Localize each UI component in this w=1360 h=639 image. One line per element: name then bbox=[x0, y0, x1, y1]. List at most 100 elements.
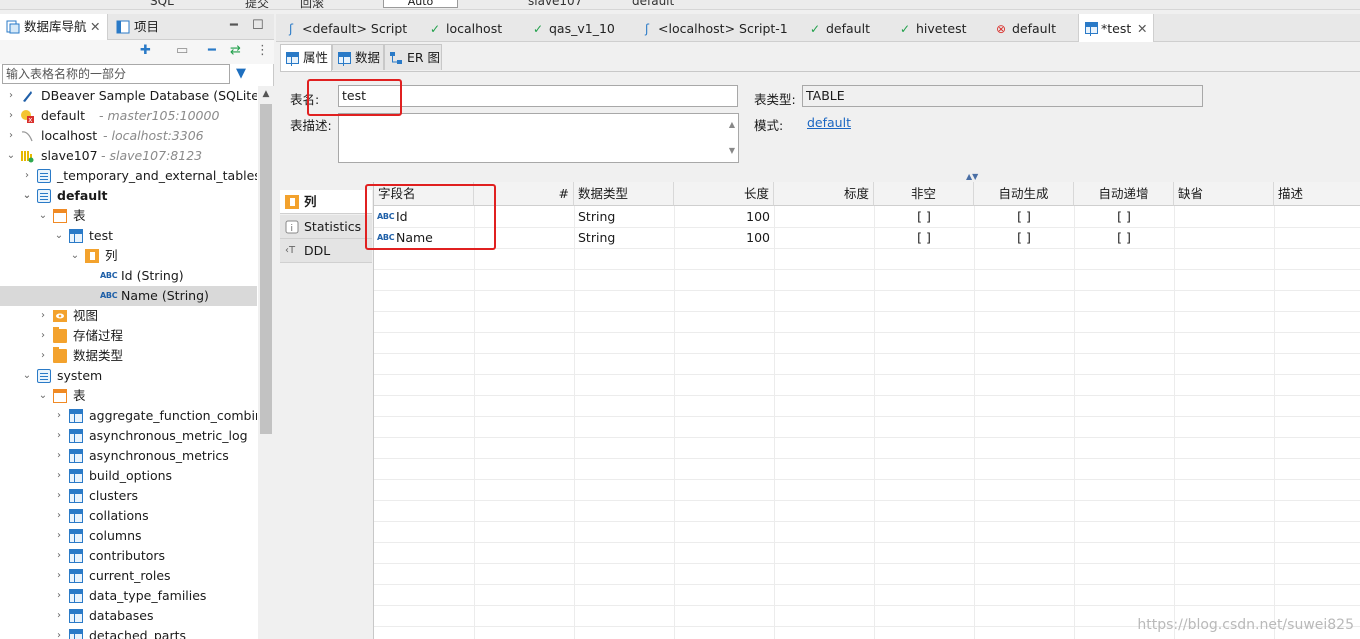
tab-localhost[interactable]: ✓ localhost bbox=[424, 14, 522, 42]
expand-arrow-icon[interactable]: › bbox=[6, 126, 16, 146]
tree-item-table[interactable]: › asynchronous_metric_log bbox=[0, 426, 257, 446]
not-null-checkbox[interactable]: [ ] bbox=[874, 206, 974, 227]
expand-arrow-icon[interactable]: › bbox=[38, 326, 48, 346]
cell-default[interactable] bbox=[1174, 206, 1274, 227]
tab-hivetest[interactable]: ✓ hivetest bbox=[894, 14, 990, 42]
tree-item-table[interactable]: › columns bbox=[0, 526, 257, 546]
cell-description[interactable] bbox=[1274, 227, 1360, 248]
expand-arrow-icon[interactable]: › bbox=[38, 346, 48, 366]
expand-arrow-icon[interactable]: › bbox=[6, 106, 16, 126]
tree-item-temporary-tables[interactable]: › _temporary_and_external_tables bbox=[0, 166, 257, 186]
expand-arrow-icon[interactable]: › bbox=[54, 546, 64, 566]
collapse-all-icon[interactable]: ━ bbox=[208, 43, 216, 58]
expand-arrow-icon[interactable]: › bbox=[54, 566, 64, 586]
tree-item-views-folder[interactable]: › 视图 bbox=[0, 306, 257, 326]
collapse-arrow-icon[interactable]: ⌄ bbox=[38, 386, 48, 406]
table-filter-input[interactable]: 输入表格名称的一部分 bbox=[2, 64, 230, 84]
sql-editor-button[interactable]: SQL bbox=[150, 0, 174, 8]
tree-item-table[interactable]: › build_options bbox=[0, 466, 257, 486]
expand-arrow-icon[interactable]: › bbox=[22, 166, 32, 186]
tab-ddl[interactable]: ‹T DDL bbox=[280, 239, 372, 263]
cell-description[interactable] bbox=[1274, 206, 1360, 227]
column-header-length[interactable]: 长度 bbox=[674, 182, 774, 206]
schema-link[interactable]: default bbox=[807, 115, 851, 130]
maximize-icon[interactable]: ☐ bbox=[252, 14, 264, 40]
tab-projects[interactable]: 项目 bbox=[110, 14, 170, 40]
collapse-arrow-icon[interactable]: ⌄ bbox=[54, 226, 64, 246]
column-header-datatype[interactable]: 数据类型 bbox=[574, 182, 674, 206]
tab-localhost-script-1[interactable]: ʃ <localhost> Script-1 bbox=[636, 14, 796, 42]
expand-arrow-icon[interactable]: › bbox=[54, 406, 64, 426]
column-header-default[interactable]: 缺省 bbox=[1174, 182, 1274, 206]
tree-item-tables-folder[interactable]: ⌄ 表 bbox=[0, 386, 257, 406]
tree-item-table[interactable]: › aggregate_function_combina bbox=[0, 406, 257, 426]
expand-arrow-icon[interactable]: › bbox=[54, 526, 64, 546]
close-icon[interactable]: ✕ bbox=[1137, 14, 1147, 44]
tab-default-error[interactable]: ⊗ default bbox=[990, 14, 1080, 42]
expand-arrow-icon[interactable]: › bbox=[54, 426, 64, 446]
column-header-not-null[interactable]: 非空 bbox=[874, 182, 974, 206]
tree-item-procedures-folder[interactable]: › 存储过程 bbox=[0, 326, 257, 346]
table-desc-input[interactable]: ▲ ▼ bbox=[338, 113, 739, 163]
new-folder-icon[interactable]: ▭ bbox=[176, 43, 188, 58]
active-connection-select[interactable]: slave107 bbox=[528, 0, 582, 8]
cell-scale[interactable] bbox=[774, 206, 874, 227]
expand-arrow-icon[interactable]: › bbox=[6, 86, 16, 106]
tab-default-script[interactable]: ʃ <default> Script bbox=[280, 14, 418, 42]
tree-item-datatypes-folder[interactable]: › 数据类型 bbox=[0, 346, 257, 366]
collapse-arrow-icon[interactable]: ⌄ bbox=[22, 186, 32, 206]
commit-button[interactable]: 提交 bbox=[245, 0, 269, 9]
tree-item-default-hive[interactable]: › x default - master105:10000 bbox=[0, 106, 257, 126]
expand-arrow-icon[interactable]: › bbox=[54, 446, 64, 466]
tree-item-localhost[interactable]: › localhost - localhost:3306 bbox=[0, 126, 257, 146]
column-header-description[interactable]: 描述 bbox=[1274, 182, 1360, 206]
expand-arrow-icon[interactable]: › bbox=[54, 606, 64, 626]
scroll-down-icon[interactable]: ▼ bbox=[729, 141, 735, 161]
tree-item-column-name[interactable]: ABC Name (String) bbox=[0, 286, 257, 306]
cell-scale[interactable] bbox=[774, 227, 874, 248]
tree-item-table[interactable]: › data_type_families bbox=[0, 586, 257, 606]
link-editor-icon[interactable]: ⇄ bbox=[230, 43, 241, 58]
transaction-mode-select[interactable]: Auto bbox=[383, 0, 458, 8]
cell-length[interactable]: 100 bbox=[674, 227, 774, 248]
expand-arrow-icon[interactable]: › bbox=[54, 466, 64, 486]
scrollbar-thumb[interactable] bbox=[260, 104, 272, 434]
tree-item-table[interactable]: › databases bbox=[0, 606, 257, 626]
expand-arrow-icon[interactable]: › bbox=[54, 506, 64, 526]
tree-item-table[interactable]: › clusters bbox=[0, 486, 257, 506]
new-connection-icon[interactable]: ✚ bbox=[140, 43, 151, 58]
cell-datatype[interactable]: String bbox=[574, 227, 674, 248]
tree-item-system-db[interactable]: ⌄ system bbox=[0, 366, 257, 386]
minimize-icon[interactable]: ━ bbox=[230, 14, 238, 40]
tree-item-table-test[interactable]: ⌄ test bbox=[0, 226, 257, 246]
tree-item-slave107[interactable]: ⌄ slave107 - slave107:8123 bbox=[0, 146, 257, 166]
tree-scrollbar[interactable]: ▲ bbox=[258, 86, 274, 639]
filter-icon[interactable]: ▼ bbox=[236, 66, 246, 81]
tab-qas-v1-10[interactable]: ✓ qas_v1_10 bbox=[527, 14, 625, 42]
tab-data[interactable]: 数据 bbox=[332, 44, 384, 70]
collapse-arrow-icon[interactable]: ⌄ bbox=[70, 246, 80, 266]
sash-collapse-icon[interactable]: ▲▼ bbox=[966, 172, 978, 181]
auto-increment-checkbox[interactable]: [ ] bbox=[1074, 227, 1174, 248]
tab-test-table[interactable]: *test ✕ bbox=[1078, 14, 1154, 42]
tab-default[interactable]: ✓ default bbox=[804, 14, 894, 42]
tree-item-columns-folder[interactable]: ⌄ 列 bbox=[0, 246, 257, 266]
tree-item-table[interactable]: › contributors bbox=[0, 546, 257, 566]
expand-arrow-icon[interactable]: › bbox=[54, 626, 64, 639]
tree-item-table[interactable]: › asynchronous_metrics bbox=[0, 446, 257, 466]
expand-arrow-icon[interactable]: › bbox=[54, 586, 64, 606]
tab-properties[interactable]: 属性 bbox=[280, 44, 332, 71]
cell-datatype[interactable]: String bbox=[574, 206, 674, 227]
collapse-arrow-icon[interactable]: ⌄ bbox=[6, 146, 16, 166]
tree-item-table[interactable]: › current_roles bbox=[0, 566, 257, 586]
auto-generated-checkbox[interactable]: [ ] bbox=[974, 227, 1074, 248]
close-icon[interactable]: ✕ bbox=[90, 14, 100, 40]
tree-item-default-db[interactable]: ⌄ default bbox=[0, 186, 257, 206]
column-header-auto-increment[interactable]: 自动递增 bbox=[1074, 182, 1174, 206]
scroll-up-icon[interactable]: ▲ bbox=[258, 86, 274, 102]
cell-default[interactable] bbox=[1174, 227, 1274, 248]
tree-item-table[interactable]: › detached_parts bbox=[0, 626, 257, 639]
scroll-up-icon[interactable]: ▲ bbox=[729, 115, 735, 135]
column-header-scale[interactable]: 标度 bbox=[774, 182, 874, 206]
tab-er-diagram[interactable]: ER 图 bbox=[384, 44, 442, 70]
